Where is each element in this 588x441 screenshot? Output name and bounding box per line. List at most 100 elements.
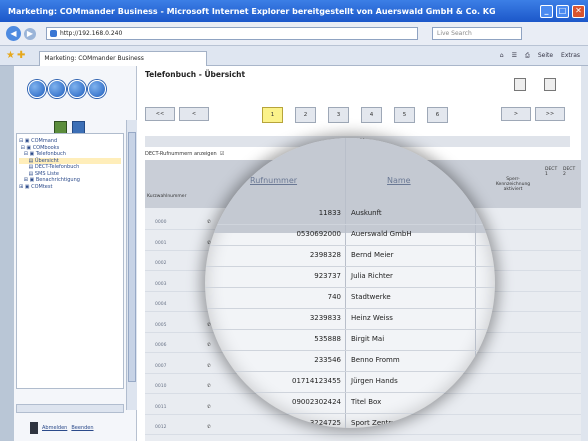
kurzwahl-cell: 0005 — [155, 322, 167, 328]
search-placeholder: Live Search — [437, 30, 472, 37]
home-icon[interactable]: ⌂ — [500, 52, 504, 60]
col-dect2-header[interactable]: DECT 2 — [563, 167, 575, 177]
rufnummer-cell: 740 — [327, 293, 341, 301]
table-row[interactable]: 3224725 Sport Zentrum — [205, 412, 495, 428]
rufnummer-cell: 3239833 — [309, 314, 341, 322]
col-dect1-header[interactable]: DECT 1 — [545, 167, 557, 177]
page-favicon-icon — [50, 30, 57, 37]
exit-link[interactable]: Beenden — [71, 425, 93, 431]
sidebar-scroll-thumb[interactable] — [128, 132, 136, 382]
kurzwahl-cell: 0007 — [155, 363, 167, 369]
search-input[interactable]: Live Search — [432, 27, 522, 40]
rufnummer-cell: 11833 — [318, 209, 341, 217]
kurzwahl-cell: 0011 — [155, 404, 167, 410]
name-cell: Jürgen Hands — [351, 377, 398, 385]
table-row[interactable]: 923737 Julia Richter — [205, 265, 495, 288]
minimize-button[interactable]: _ — [540, 4, 553, 18]
page-scrollbar[interactable] — [581, 66, 588, 441]
browser-tab[interactable]: Marketing: COMmander Business — [39, 50, 208, 66]
forward-button[interactable]: ▶ — [24, 27, 36, 40]
kurzwahl-cell: 0012 — [155, 425, 167, 430]
kurzwahl-cell: 0006 — [155, 343, 167, 348]
rufnummer-cell: 2398328 — [309, 251, 341, 259]
close-button[interactable]: ✕ — [572, 4, 585, 18]
name-cell: Titel Box — [351, 398, 382, 406]
maximize-button[interactable]: □ — [556, 4, 569, 18]
lens-col-name[interactable]: Name — [387, 176, 411, 185]
table-row[interactable]: 740 Stadtwerke — [205, 286, 495, 309]
tree-horizontal-scrollbar[interactable] — [16, 404, 124, 413]
rufnummer-cell: 3224725 — [309, 419, 341, 427]
favorites-bar: ★ ✚ Marketing: COMmander Business ⌂ ☰ ⎙ … — [0, 46, 588, 66]
help-icon[interactable] — [544, 78, 556, 91]
page-tools — [514, 78, 556, 91]
kurzwahl-cell: 0003 — [155, 281, 167, 287]
name-cell: Stadtwerke — [351, 293, 391, 301]
name-cell: Sport Zentrum — [351, 419, 403, 427]
name-cell: Auskunft — [351, 209, 382, 217]
extras-menu[interactable]: Extras — [561, 52, 580, 60]
navigation-tree: ⊟ ▣ COMmand ⊟ ▣ COMbooks ⊟ ▣ Telefonbuch… — [16, 133, 124, 389]
pagination: << < 1 2 3 4 5 6 > >> — [145, 107, 565, 123]
rufnummer-cell: 01714123455 — [292, 377, 341, 385]
name-cell: Heinz Weiss — [351, 314, 393, 322]
window-titlebar: Marketing: COMmander Business - Microsof… — [0, 0, 588, 22]
window-title: Marketing: COMmander Business - Microsof… — [8, 6, 496, 16]
kurzwahl-cell: 0002 — [155, 261, 167, 266]
logout-link[interactable]: Abmelden — [42, 425, 67, 431]
rufnummer-cell: 535888 — [314, 335, 341, 343]
table-row[interactable]: 11833 Auskunft — [205, 202, 495, 225]
name-cell: Auerswald GmbH — [351, 230, 412, 238]
logout-door-icon — [30, 422, 38, 434]
address-input[interactable]: http://192.168.0.240 — [46, 27, 418, 40]
prev-page-button[interactable]: < — [179, 107, 209, 121]
page-button-3[interactable]: 3 — [328, 107, 349, 123]
name-cell: Benno Fromm — [351, 356, 400, 364]
next-page-button[interactable]: > — [501, 107, 531, 121]
table-row[interactable]: 2398328 Bernd Meier — [205, 244, 495, 267]
page-button-2[interactable]: 2 — [295, 107, 316, 123]
rufnummer-cell: 233546 — [314, 356, 341, 364]
auerswald-logo — [28, 80, 106, 98]
page-menu[interactable]: Seite — [538, 52, 553, 60]
add-favorite-icon[interactable]: ✚ — [17, 50, 25, 61]
col-sperr-header[interactable]: Sperr-Kennzeichnung aktiviert — [495, 177, 531, 192]
magnifier-lens: Rufnummer Name 11833 Auskunft 0530692000 Au… — [205, 138, 495, 428]
table-row[interactable]: 535888 Birgit Mai — [205, 328, 495, 351]
kurzwahl-cell: 0004 — [155, 302, 167, 307]
sidebar-scrollbar[interactable] — [126, 120, 137, 410]
command-bar: ⌂ ☰ ⎙ Seite Extras — [500, 52, 580, 60]
table-row[interactable]: 3239833 Heinz Weiss — [205, 307, 495, 330]
table-row[interactable]: 0530692000 Auerswald GmbH — [205, 223, 495, 246]
table-row[interactable]: 09002302424 Titel Box — [205, 391, 495, 414]
page-button-4[interactable]: 4 — [361, 107, 382, 123]
favorites-star-icon[interactable]: ★ — [6, 50, 15, 61]
last-page-button[interactable]: >> — [535, 107, 565, 121]
first-page-button[interactable]: << — [145, 107, 175, 121]
browser-tab-label: Marketing: COMmander Business — [44, 55, 144, 62]
kurzwahl-cell: 0001 — [155, 240, 167, 246]
lens-col-rufnummer[interactable]: Rufnummer — [250, 176, 297, 185]
feeds-icon[interactable]: ☰ — [512, 52, 517, 60]
table-row[interactable]: 01714123455 Jürgen Hands — [205, 370, 495, 393]
print-page-icon[interactable] — [514, 78, 526, 91]
rufnummer-cell: 0530692000 — [296, 230, 341, 238]
rufnummer-cell: 923737 — [314, 272, 341, 280]
back-button[interactable]: ◀ — [6, 26, 21, 41]
page-button-5[interactable]: 5 — [394, 107, 415, 123]
name-cell: Birgit Mai — [351, 335, 385, 343]
address-toolbar: ◀ ▶ http://192.168.0.240 Live Search — [0, 22, 588, 46]
tree-item-comtest[interactable]: ⊞ ▣ COMtest — [19, 184, 121, 191]
logout-area: Abmelden Beenden — [30, 422, 94, 434]
table-row[interactable]: 233546 Benno Fromm — [205, 349, 495, 372]
page-button-1[interactable]: 1 — [262, 107, 283, 123]
name-cell: Julia Richter — [351, 272, 393, 280]
print-icon[interactable]: ⎙ — [525, 52, 530, 60]
kurzwahl-cell: 0010 — [155, 384, 167, 389]
rufnummer-cell: 09002302424 — [292, 398, 341, 406]
col-kurzwahl-header[interactable]: Kurzwahlnummer — [147, 194, 186, 199]
kurzwahl-cell: 0000 — [155, 220, 167, 225]
name-cell: Bernd Meier — [351, 251, 394, 259]
page-button-6[interactable]: 6 — [427, 107, 448, 123]
address-text: http://192.168.0.240 — [60, 30, 123, 37]
